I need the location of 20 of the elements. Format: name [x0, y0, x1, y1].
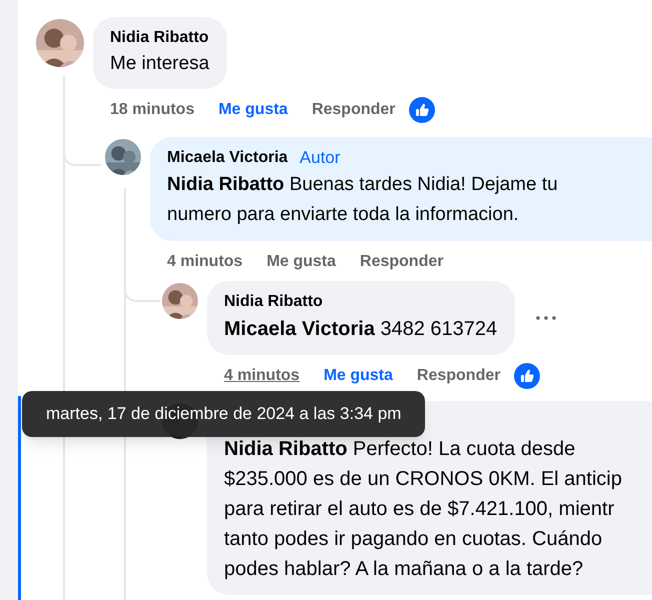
like-button[interactable]: Me gusta	[218, 98, 288, 122]
comment-text: Nidia Ribatto Buenas tardes Nidia! Dejame tu numero para enviarte toda la informacion.	[167, 173, 559, 227]
like-icon	[514, 363, 540, 389]
like-button[interactable]: Me gusta	[266, 250, 336, 274]
comment-text: Nidia Ribatto Perfecto! La cuota desde $235.000 es de un CRONOS 0KM. El anticip para retirar el auto es de $7.421.100, mientr tanto podes ir pagando en cuotas. Cuándo podes hablar? A la mañana o a la tarde?	[224, 437, 623, 582]
author-name[interactable]: Nidia Ribatto	[224, 290, 323, 314]
timestamp-link[interactable]: 4 minutos	[167, 250, 243, 274]
author-name[interactable]: Nidia Ribatto	[110, 26, 209, 50]
author-name[interactable]: Micaela Victoria	[167, 146, 288, 170]
more-options-icon[interactable]	[536, 316, 556, 320]
comment-text: Micaela Victoria 3482 613724	[224, 317, 498, 342]
timestamp-link[interactable]: 18 minutos	[110, 98, 194, 122]
reply-button[interactable]: Responder	[416, 364, 500, 388]
author-label: Autor	[300, 147, 340, 169]
reply-button[interactable]: Responder	[360, 250, 444, 274]
like-icon	[409, 97, 436, 123]
comment-text: Me interesa	[110, 52, 210, 76]
like-button[interactable]: Me gusta	[324, 364, 393, 388]
timestamp-link[interactable]: 4 minutos	[224, 364, 300, 388]
reply-button[interactable]: Responder	[312, 98, 396, 122]
